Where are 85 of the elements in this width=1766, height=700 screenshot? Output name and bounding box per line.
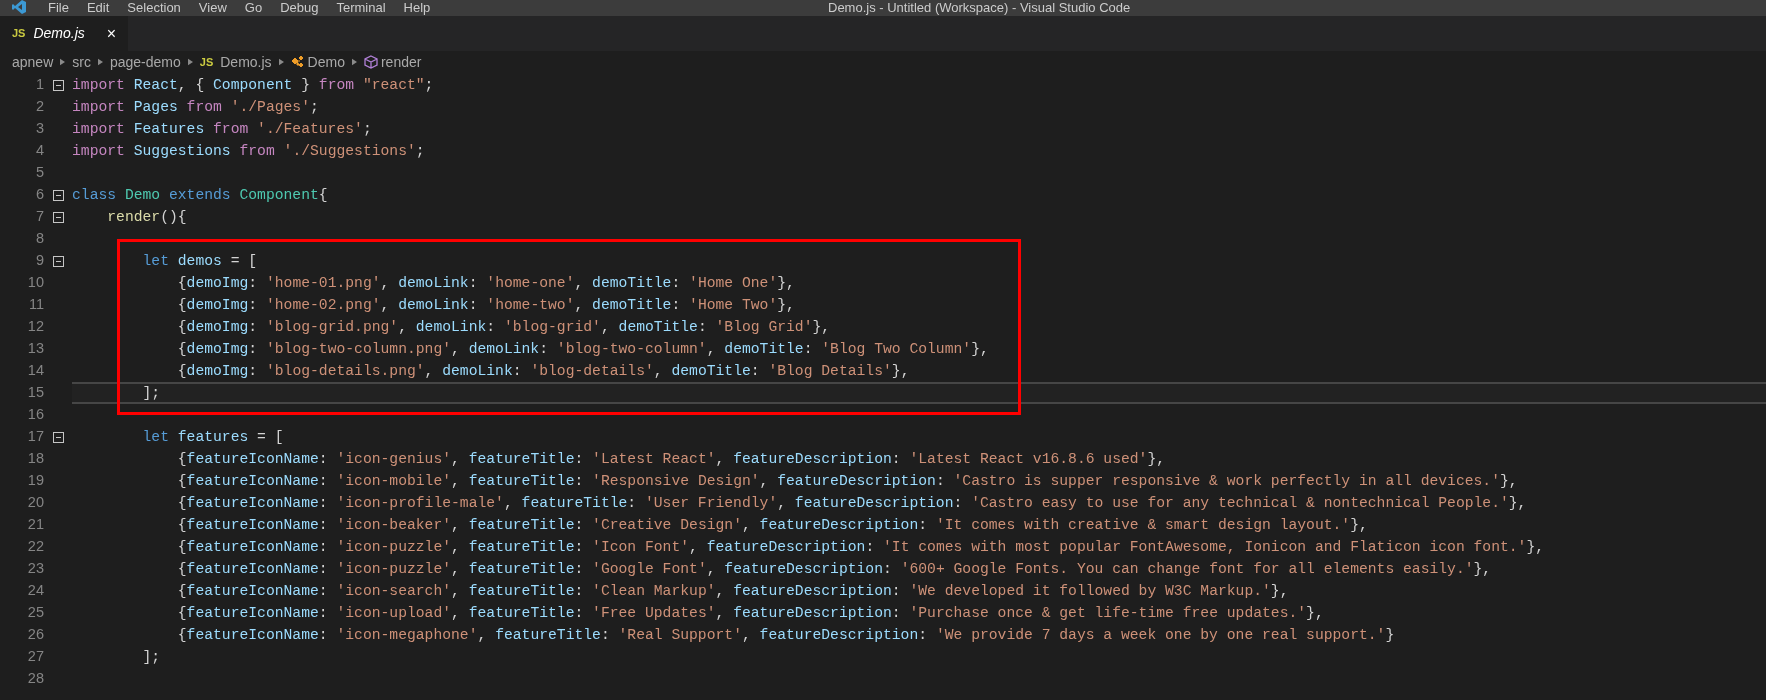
app-logo-icon (12, 0, 26, 14)
fold-toggle-icon[interactable] (52, 79, 64, 91)
breadcrumb-item[interactable]: Demo (307, 51, 345, 73)
code-line: {featureIconName: 'icon-genius', featureTitle: 'Latest React', featureDescription: 'Latest React v16.8.6 used'}, (176, 450, 1166, 469)
breadcrumb-item[interactable]: src (72, 51, 91, 73)
line-number: 4 (34, 141, 44, 161)
line-number: 3 (34, 119, 44, 139)
line-number: 27 (26, 647, 44, 667)
menu-item[interactable]: View (198, 0, 227, 15)
breadcrumb-item[interactable]: page-demo (109, 51, 181, 73)
code-line: {featureIconName: 'icon-profile-male', featureTitle: 'User Friendly', featureDescription: 'Castro easy to use for any technical & nontechnical People.'}, (176, 494, 1527, 513)
menu-item[interactable]: Go (244, 0, 263, 15)
line-number: 28 (26, 669, 44, 689)
code-line: {demoImg: 'home-01.png', demoLink: 'home-one', demoTitle: 'Home One'}, (176, 274, 795, 293)
line-number: 16 (26, 405, 44, 425)
code-line: let features = [ (141, 428, 284, 447)
line-number: 10 (26, 273, 44, 293)
code-line: {featureIconName: 'icon-beaker', featureTitle: 'Creative Design', featureDescription: 'It comes with creative & smart design layout.'}, (176, 516, 1368, 535)
code-line: import Suggestions from './Suggestions'; (72, 142, 425, 161)
js-file-icon: JS (12, 25, 26, 42)
menu-item[interactable]: File (48, 0, 69, 15)
breadcrumb-item[interactable]: render (380, 51, 422, 73)
line-number: 6 (34, 185, 44, 205)
menu-item[interactable]: Debug (280, 0, 319, 15)
line-number: 12 (26, 317, 44, 337)
code-line: render(){ (106, 208, 187, 227)
menu-item[interactable]: Selection (127, 0, 181, 15)
line-number: 17 (26, 427, 44, 447)
code-line: {featureIconName: 'icon-upload', featureTitle: 'Free Updates', featureDescription: 'Purchase once & get life-time free updates.'}, (176, 604, 1324, 623)
menu-item[interactable]: Terminal (336, 0, 386, 15)
js-file-icon: JS (199, 53, 214, 71)
code-line: {demoImg: 'blog-two-column.png', demoLink: 'blog-two-column', demoTitle: 'Blog Two Column'}, (176, 340, 989, 359)
code-line: let demos = [ (141, 252, 258, 271)
line-number: 23 (26, 559, 44, 579)
close-button[interactable]: × (106, 21, 117, 46)
line-number: 15 (26, 383, 44, 403)
chevron-right-icon (278, 58, 284, 66)
fold-toggle-icon[interactable] (52, 255, 64, 267)
line-number: 5 (34, 163, 44, 183)
chevron-right-icon (97, 58, 103, 66)
code-line: {demoImg: 'blog-details.png', demoLink: 'blog-details', demoTitle: 'Blog Details'}, (176, 362, 910, 381)
code-line: {featureIconName: 'icon-mobile', featureTitle: 'Responsive Design', featureDescription: 'Castro is supper responsive & work perfectly in all devices.'}, (176, 472, 1518, 491)
editor-tab[interactable]: JS Demo.js × (0, 16, 129, 51)
menu-item[interactable]: Help (403, 0, 431, 15)
code-line: import React, { Component } from "react"; (72, 76, 434, 95)
line-number: 18 (26, 449, 44, 469)
line-number: 9 (34, 251, 44, 271)
code-line: ]; (141, 384, 161, 403)
code-line: {featureIconName: 'icon-puzzle', featureTitle: 'Icon Font', featureDescription: 'It comes with most popular FontAwesome, Ionicon and Flaticon icon font.'}, (176, 538, 1545, 557)
code-line: import Pages from './Pages'; (72, 98, 319, 117)
fold-toggle-icon[interactable] (52, 189, 64, 201)
chevron-right-icon (60, 58, 66, 66)
line-number: 13 (26, 339, 44, 359)
code-line: {demoImg: 'blog-grid.png', demoLink: 'blog-grid', demoTitle: 'Blog Grid'}, (176, 318, 831, 337)
code-line: import Features from './Features'; (72, 120, 372, 139)
fold-toggle-icon[interactable] (52, 211, 64, 223)
line-number: 7 (34, 207, 44, 227)
code-line: {featureIconName: 'icon-megaphone', featureTitle: 'Real Support', featureDescription: 'We provide 7 days a week one by one real support.'} (176, 626, 1395, 645)
chevron-right-icon (187, 58, 193, 66)
line-number: 21 (26, 515, 44, 535)
cube-icon (363, 55, 378, 69)
code-line: ]; (141, 648, 161, 667)
line-number: 2 (34, 97, 44, 117)
line-number: 14 (26, 361, 44, 381)
line-number: 24 (26, 581, 44, 601)
line-number: 1 (34, 75, 44, 95)
fold-toggle-icon[interactable] (52, 431, 64, 443)
code-line: {featureIconName: 'icon-puzzle', featureTitle: 'Google Font', featureDescription: '600+ Google Fonts. You can change font for all elements easily.'}, (176, 560, 1492, 579)
line-number: 22 (26, 537, 44, 557)
menu-item[interactable]: Edit (86, 0, 110, 15)
tab-label: Demo.js (33, 24, 85, 43)
line-number: 11 (27, 295, 44, 315)
breadcrumb-item[interactable]: Demo.js (220, 51, 272, 73)
line-number: 25 (26, 603, 44, 623)
class-icon (290, 55, 305, 69)
window-title: Demo.js - Untitled (Workspace) - Visual Studio Code (828, 0, 1131, 15)
code-line: {demoImg: 'home-02.png', demoLink: 'home-two', demoTitle: 'Home Two'}, (176, 296, 795, 315)
line-number: 19 (26, 471, 44, 491)
chevron-right-icon (351, 58, 357, 66)
code-line: {featureIconName: 'icon-search', featureTitle: 'Clean Markup', featureDescription: 'We developed it followed by W3C Markup.'}, (176, 582, 1289, 601)
code-line: class Demo extends Component{ (72, 186, 328, 205)
line-number: 20 (26, 493, 44, 513)
line-number: 26 (26, 625, 44, 645)
line-number: 8 (34, 229, 44, 249)
breadcrumb-item[interactable]: apnew (12, 51, 54, 73)
